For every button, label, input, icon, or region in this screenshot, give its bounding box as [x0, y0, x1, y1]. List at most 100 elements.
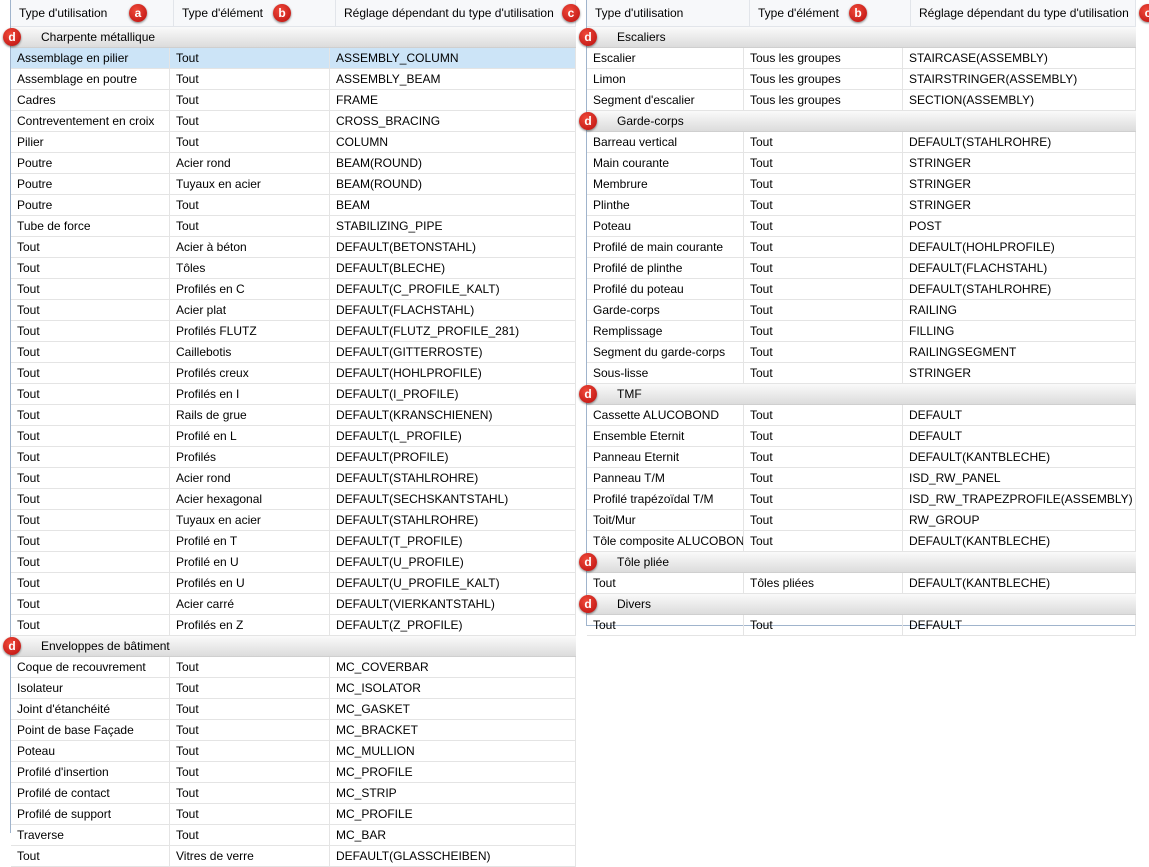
setting-cell: DEFAULT(KANTBLECHE)	[903, 447, 1136, 467]
callout-badge-d: d	[579, 553, 597, 571]
table-row[interactable]: Cadres Tout FRAME	[11, 90, 576, 111]
table-row[interactable]: Garde-corps Tout RAILING	[587, 300, 1136, 321]
table-row[interactable]: Tout Acier plat DEFAULT(FLACHSTAHL)	[11, 300, 576, 321]
table-row[interactable]: Point de base Façade Tout MC_BRACKET	[11, 720, 576, 741]
table-row[interactable]: Profilé d'insertion Tout MC_PROFILE	[11, 762, 576, 783]
table-row[interactable]: Tout Profilés en I DEFAULT(I_PROFILE)	[11, 384, 576, 405]
table-row[interactable]: Tout Tuyaux en acier DEFAULT(STAHLROHRE)	[11, 510, 576, 531]
element-type-cell: Profilé en T	[170, 531, 330, 551]
right-settings-table: Type d'utilisation Type d'élément b Réglage…	[579, 0, 1149, 636]
table-row[interactable]: Isolateur Tout MC_ISOLATOR	[11, 678, 576, 699]
usage-type-cell: Tout	[11, 405, 170, 425]
table-row[interactable]: Tout Profilés en Z DEFAULT(Z_PROFILE)	[11, 615, 576, 636]
column-header-3[interactable]: Réglage dépendant du type d'utilisation	[336, 0, 576, 26]
usage-type-cell: Pilier	[11, 132, 170, 152]
table-row[interactable]: Profilé de main courante Tout DEFAULT(HOHL…	[587, 237, 1136, 258]
table-row[interactable]: Tout Acier rond DEFAULT(STAHLROHRE)	[11, 468, 576, 489]
table-row[interactable]: Poteau Tout POST	[587, 216, 1136, 237]
setting-cell: ISD_RW_TRAPEZPROFILE(ASSEMBLY)	[903, 489, 1136, 509]
table-row[interactable]: Cassette ALUCOBOND Tout DEFAULT	[587, 405, 1136, 426]
column-header-2[interactable]: Type d'élément	[750, 0, 911, 26]
table-row[interactable]: Tout Profilés creux DEFAULT(HOHLPROFILE)	[11, 363, 576, 384]
table-row[interactable]: Poutre Tuyaux en acier BEAM(ROUND)	[11, 174, 576, 195]
setting-cell: MC_GASKET	[330, 699, 576, 719]
group-title: Divers	[617, 597, 652, 611]
element-type-cell: Tous les groupes	[744, 69, 903, 89]
element-type-cell: Tout	[170, 132, 330, 152]
table-row[interactable]: Barreau vertical Tout DEFAULT(STAHLROHRE)	[587, 132, 1136, 153]
table-row[interactable]: Traverse Tout MC_BAR	[11, 825, 576, 846]
table-header: Type d'utilisation Type d'élément b Réglage…	[587, 0, 1149, 27]
table-row[interactable]: Remplissage Tout FILLING	[587, 321, 1136, 342]
group-header[interactable]: Escaliers d	[579, 27, 1136, 48]
table-row[interactable]: Coque de recouvrement Tout MC_COVERBAR	[11, 657, 576, 678]
table-row[interactable]: Poteau Tout MC_MULLION	[11, 741, 576, 762]
column-header-1[interactable]: Type d'utilisation	[587, 0, 750, 26]
group-title: Charpente métallique	[41, 30, 156, 44]
table-row[interactable]: Tout Profilés en U DEFAULT(U_PROFILE_KALT)	[11, 573, 576, 594]
table-row[interactable]: Tout Acier carré DEFAULT(VIERKANTSTAHL)	[11, 594, 576, 615]
table-row[interactable]: Tout Profilé en U DEFAULT(U_PROFILE)	[11, 552, 576, 573]
table-row[interactable]: Tout Rails de grue DEFAULT(KRANSCHIENEN)	[11, 405, 576, 426]
table-row[interactable]: Tube de force Tout STABILIZING_PIPE	[11, 216, 576, 237]
column-header-2[interactable]: Type d'élément	[174, 0, 336, 26]
table-row[interactable]: Panneau T/M Tout ISD_RW_PANEL	[587, 468, 1136, 489]
table-row[interactable]: Tout Tôles pliées DEFAULT(KANTBLECHE)	[587, 573, 1136, 594]
table-row[interactable]: Profilé de plinthe Tout DEFAULT(FLACHSTAHL…	[587, 258, 1136, 279]
element-type-cell: Profilés creux	[170, 363, 330, 383]
table-row[interactable]: Tout Caillebotis DEFAULT(GITTERROSTE)	[11, 342, 576, 363]
table-row[interactable]: Poutre Acier rond BEAM(ROUND)	[11, 153, 576, 174]
group-header[interactable]: TMF d	[579, 384, 1136, 405]
table-row[interactable]: Segment d'escalier Tous les groupes SECTIO…	[587, 90, 1136, 111]
table-row[interactable]: Profilé du poteau Tout DEFAULT(STAHLROHRE)	[587, 279, 1136, 300]
setting-cell: DEFAULT(BLECHE)	[330, 258, 576, 278]
table-row[interactable]: Tout Tôles DEFAULT(BLECHE)	[11, 258, 576, 279]
table-row[interactable]: Pilier Tout COLUMN	[11, 132, 576, 153]
table-row[interactable]: Tout Profilés DEFAULT(PROFILE)	[11, 447, 576, 468]
usage-type-cell: Profilé de plinthe	[587, 258, 744, 278]
table-row[interactable]: Contreventement en croix Tout CROSS_BRACIN…	[11, 111, 576, 132]
group-header[interactable]: Charpente métallique d	[3, 27, 576, 48]
table-row[interactable]: Tout Vitres de verre DEFAULT(GLASSCHEIBEN)	[11, 846, 576, 867]
table-row[interactable]: Limon Tous les groupes STAIRSTRINGER(ASSEM…	[587, 69, 1136, 90]
table-row[interactable]: Tout Acier à béton DEFAULT(BETONSTAHL)	[11, 237, 576, 258]
table-row[interactable]: Joint d'étanchéité Tout MC_GASKET	[11, 699, 576, 720]
table-row[interactable]: Toit/Mur Tout RW_GROUP	[587, 510, 1136, 531]
table-row[interactable]: Ensemble Eternit Tout DEFAULT	[587, 426, 1136, 447]
table-row[interactable]: Escalier Tous les groupes STAIRCASE(ASSEMB…	[587, 48, 1136, 69]
table-row[interactable]: Assemblage en poutre Tout ASSEMBLY_BEAM	[11, 69, 576, 90]
table-row[interactable]: Profilé trapézoïdal T/M Tout ISD_RW_TRAPEZ…	[587, 489, 1136, 510]
usage-type-cell: Tout	[11, 279, 170, 299]
table-row[interactable]: Tout Profilés en C DEFAULT(C_PROFILE_KALT)	[11, 279, 576, 300]
table-row[interactable]: Membrure Tout STRINGER	[587, 174, 1136, 195]
group-header[interactable]: Garde-corps d	[579, 111, 1136, 132]
element-type-cell: Tout	[744, 195, 903, 215]
table-row[interactable]: Tôle composite ALUCOBOND Tout DEFAULT(KANT…	[587, 531, 1136, 552]
element-type-cell: Tout	[744, 300, 903, 320]
table-row[interactable]: Assemblage en pilier Tout ASSEMBLY_COLUMN	[11, 48, 576, 69]
usage-type-cell: Poutre	[11, 195, 170, 215]
usage-type-cell: Traverse	[11, 825, 170, 845]
table-row[interactable]: Profilé de contact Tout MC_STRIP	[11, 783, 576, 804]
usage-type-cell: Joint d'étanchéité	[11, 699, 170, 719]
table-row[interactable]: Main courante Tout STRINGER	[587, 153, 1136, 174]
column-header-3[interactable]: Réglage dépendant du type d'utilisation	[911, 0, 1136, 26]
group-header[interactable]: Enveloppes de bâtiment d	[3, 636, 576, 657]
table-row[interactable]: Sous-lisse Tout STRINGER	[587, 363, 1136, 384]
table-row[interactable]: Segment du garde-corps Tout RAILINGSEGMENT	[587, 342, 1136, 363]
usage-type-cell: Tout	[11, 615, 170, 635]
table-row[interactable]: Tout Profilé en T DEFAULT(T_PROFILE)	[11, 531, 576, 552]
table-row[interactable]: Profilé de support Tout MC_PROFILE	[11, 804, 576, 825]
group-header[interactable]: Tôle pliée d	[579, 552, 1136, 573]
table-row[interactable]: Tout Tout DEFAULT	[587, 615, 1136, 636]
element-type-cell: Tout	[170, 216, 330, 236]
table-row[interactable]: Plinthe Tout STRINGER	[587, 195, 1136, 216]
table-row[interactable]: Tout Acier hexagonal DEFAULT(SECHSKANTSTAH…	[11, 489, 576, 510]
table-row[interactable]: Panneau Eternit Tout DEFAULT(KANTBLECHE)	[587, 447, 1136, 468]
table-row[interactable]: Tout Profilé en L DEFAULT(L_PROFILE)	[11, 426, 576, 447]
table-row[interactable]: Tout Profilés FLUTZ DEFAULT(FLUTZ_PROFILE_…	[11, 321, 576, 342]
setting-cell: DEFAULT(PROFILE)	[330, 447, 576, 467]
column-header-1[interactable]: Type d'utilisation	[11, 0, 174, 26]
table-row[interactable]: Poutre Tout BEAM	[11, 195, 576, 216]
group-header[interactable]: Divers d	[579, 594, 1136, 615]
